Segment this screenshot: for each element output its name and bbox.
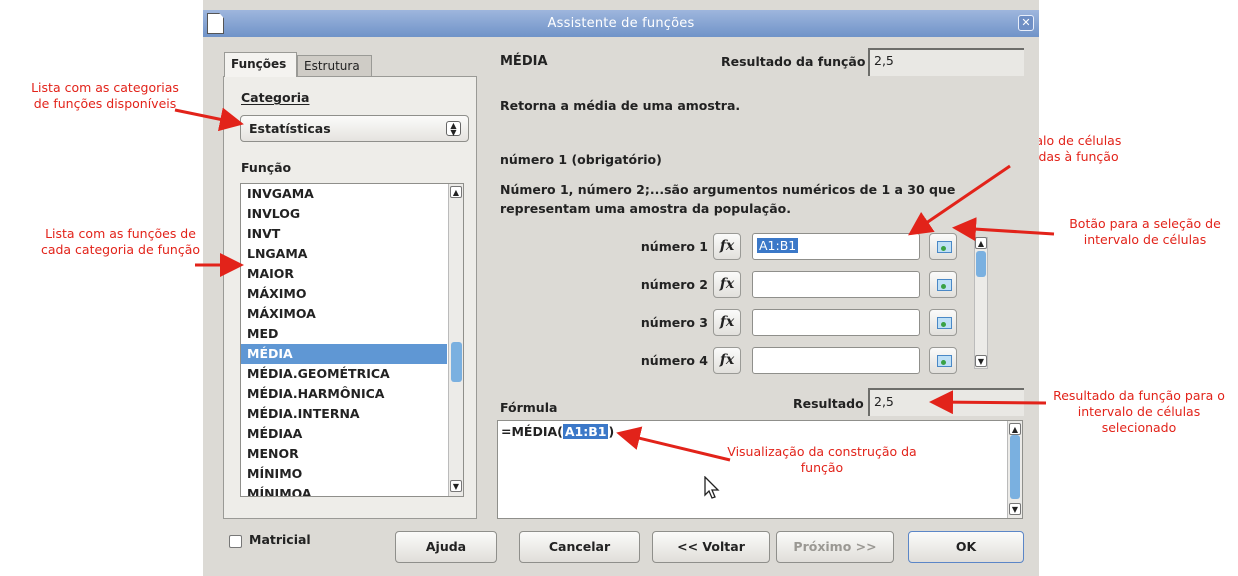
function-scrollbar[interactable]: ▲ ▼ xyxy=(448,184,463,496)
function-list-item[interactable]: INVLOG xyxy=(241,204,447,224)
argument-label: número 1 xyxy=(640,239,708,254)
scroll-thumb[interactable] xyxy=(976,251,986,277)
function-name: MÉDIA xyxy=(500,54,548,69)
green-dot-icon xyxy=(941,322,946,327)
result-field: 2,5 xyxy=(868,388,1024,416)
formula-label: Fórmula xyxy=(500,400,558,415)
tab-funcoes[interactable]: Funções xyxy=(224,52,297,77)
argument-label: número 3 xyxy=(640,315,708,330)
function-label: Função xyxy=(241,160,292,175)
function-list-item[interactable]: MÍNIMO xyxy=(241,464,447,484)
fx-icon[interactable]: fx xyxy=(713,347,741,374)
argument-label: número 2 xyxy=(640,277,708,292)
argument-input[interactable] xyxy=(752,309,920,336)
annotation-select-button: Botão para a seleção de intervalo de cél… xyxy=(1069,216,1221,247)
select-range-button[interactable] xyxy=(929,309,957,336)
scroll-down-icon[interactable]: ▼ xyxy=(975,355,987,367)
scroll-up-icon[interactable]: ▲ xyxy=(1009,423,1021,435)
category-value: Estatísticas xyxy=(249,121,331,136)
function-description: Retorna a média de uma amostra. xyxy=(500,98,741,113)
matricial-checkbox[interactable] xyxy=(229,535,242,548)
cancel-button[interactable]: Cancelar xyxy=(519,531,640,563)
formula-suffix: ) xyxy=(608,424,615,439)
arguments-scrollbar[interactable]: ▲ ▼ xyxy=(974,237,988,369)
function-list-item[interactable]: MÉDIA.HARMÔNICA xyxy=(241,384,447,404)
scroll-up-icon[interactable]: ▲ xyxy=(975,237,987,249)
scroll-up-icon[interactable]: ▲ xyxy=(450,186,462,198)
spin-icon: ▲ ▼ xyxy=(446,121,461,137)
green-dot-icon xyxy=(941,246,946,251)
function-list-item[interactable]: MENOR xyxy=(241,444,447,464)
argument-label: número 4 xyxy=(640,353,708,368)
argument-input[interactable] xyxy=(752,347,920,374)
green-dot-icon xyxy=(941,360,946,365)
annotation-categories: Lista com as categorias de funções dispo… xyxy=(31,80,179,111)
function-list-item[interactable]: MÉDIA.GEOMÉTRICA xyxy=(241,364,447,384)
function-wizard-dialog: Assistente de funções ✕ Funções Estrutur… xyxy=(203,0,1039,576)
argument-value: A1:B1 xyxy=(757,238,799,253)
help-button[interactable]: Ajuda xyxy=(395,531,497,563)
formula-text: =MÉDIA(A1:B1) xyxy=(501,424,614,439)
function-items: INVGAMA INVLOG INVT LNGAMA MAIOR MÁXIMO MÁXIMO… xyxy=(241,184,447,496)
function-result-value: 2,5 xyxy=(874,53,894,68)
formula-range: A1:B1 xyxy=(562,424,609,439)
fx-icon[interactable]: fx xyxy=(713,309,741,336)
scroll-thumb[interactable] xyxy=(451,342,462,382)
fx-icon[interactable]: fx xyxy=(713,233,741,260)
function-list-item[interactable]: MÁXIMO xyxy=(241,284,447,304)
scroll-thumb[interactable] xyxy=(1010,435,1020,499)
function-listbox[interactable]: INVGAMA INVLOG INVT LNGAMA MAIOR MÁXIMO MÁXIMO… xyxy=(240,183,464,497)
matricial-label: Matricial xyxy=(249,532,311,547)
function-list-item[interactable]: MÉDIAA xyxy=(241,424,447,444)
ok-button[interactable]: OK xyxy=(908,531,1024,563)
formula-scrollbar[interactable]: ▲ ▼ xyxy=(1007,421,1022,518)
function-list-item[interactable]: MÁXIMOA xyxy=(241,304,447,324)
close-button[interactable]: ✕ xyxy=(1018,15,1034,31)
argument-input[interactable]: A1:B1 xyxy=(752,233,920,260)
function-list-item[interactable]: INVGAMA xyxy=(241,184,447,204)
green-dot-icon xyxy=(941,284,946,289)
result-value: 2,5 xyxy=(874,394,894,409)
mouse-cursor-icon xyxy=(704,476,720,499)
function-result-field: 2,5 xyxy=(868,48,1024,76)
function-list-item[interactable]: MED xyxy=(241,324,447,344)
window-title: Assistente de funções xyxy=(547,16,695,31)
select-range-button[interactable] xyxy=(929,271,957,298)
formula-prefix: =MÉDIA( xyxy=(501,424,563,439)
title-bar: Assistente de funções ✕ xyxy=(203,10,1039,37)
argument-title: número 1 (obrigatório) xyxy=(500,152,662,167)
annotation-formula-view: Visualização da construção da função xyxy=(727,444,917,475)
category-select[interactable]: Estatísticas ▲ ▼ xyxy=(240,115,469,142)
back-button[interactable]: << Voltar xyxy=(652,531,770,563)
function-list-item[interactable]: MÉDIA.INTERNA xyxy=(241,404,447,424)
argument-description: Número 1, número 2;...são argumentos num… xyxy=(500,182,956,216)
function-list-item[interactable]: MÉDIA xyxy=(241,344,447,364)
scroll-down-icon[interactable]: ▼ xyxy=(1009,503,1021,515)
function-list-item[interactable]: MAIOR xyxy=(241,264,447,284)
argument-input[interactable] xyxy=(752,271,920,298)
tab-estrutura[interactable]: Estrutura xyxy=(297,55,372,77)
next-button[interactable]: Próximo >> xyxy=(776,531,894,563)
select-range-button[interactable] xyxy=(929,347,957,374)
result-label: Resultado xyxy=(793,396,864,411)
function-result-label: Resultado da função xyxy=(721,54,866,69)
select-range-button[interactable] xyxy=(929,233,957,260)
function-list-item[interactable]: LNGAMA xyxy=(241,244,447,264)
annotation-result: Resultado da função para o intervalo de … xyxy=(1053,388,1225,435)
annotation-functions: Lista com as funções de cada categoria d… xyxy=(40,226,201,257)
scroll-down-icon[interactable]: ▼ xyxy=(450,480,462,492)
function-list-item[interactable]: INVT xyxy=(241,224,447,244)
fx-icon[interactable]: fx xyxy=(713,271,741,298)
category-label: Categoria xyxy=(241,90,310,105)
function-list-item[interactable]: MÍNIMOA xyxy=(241,484,447,496)
